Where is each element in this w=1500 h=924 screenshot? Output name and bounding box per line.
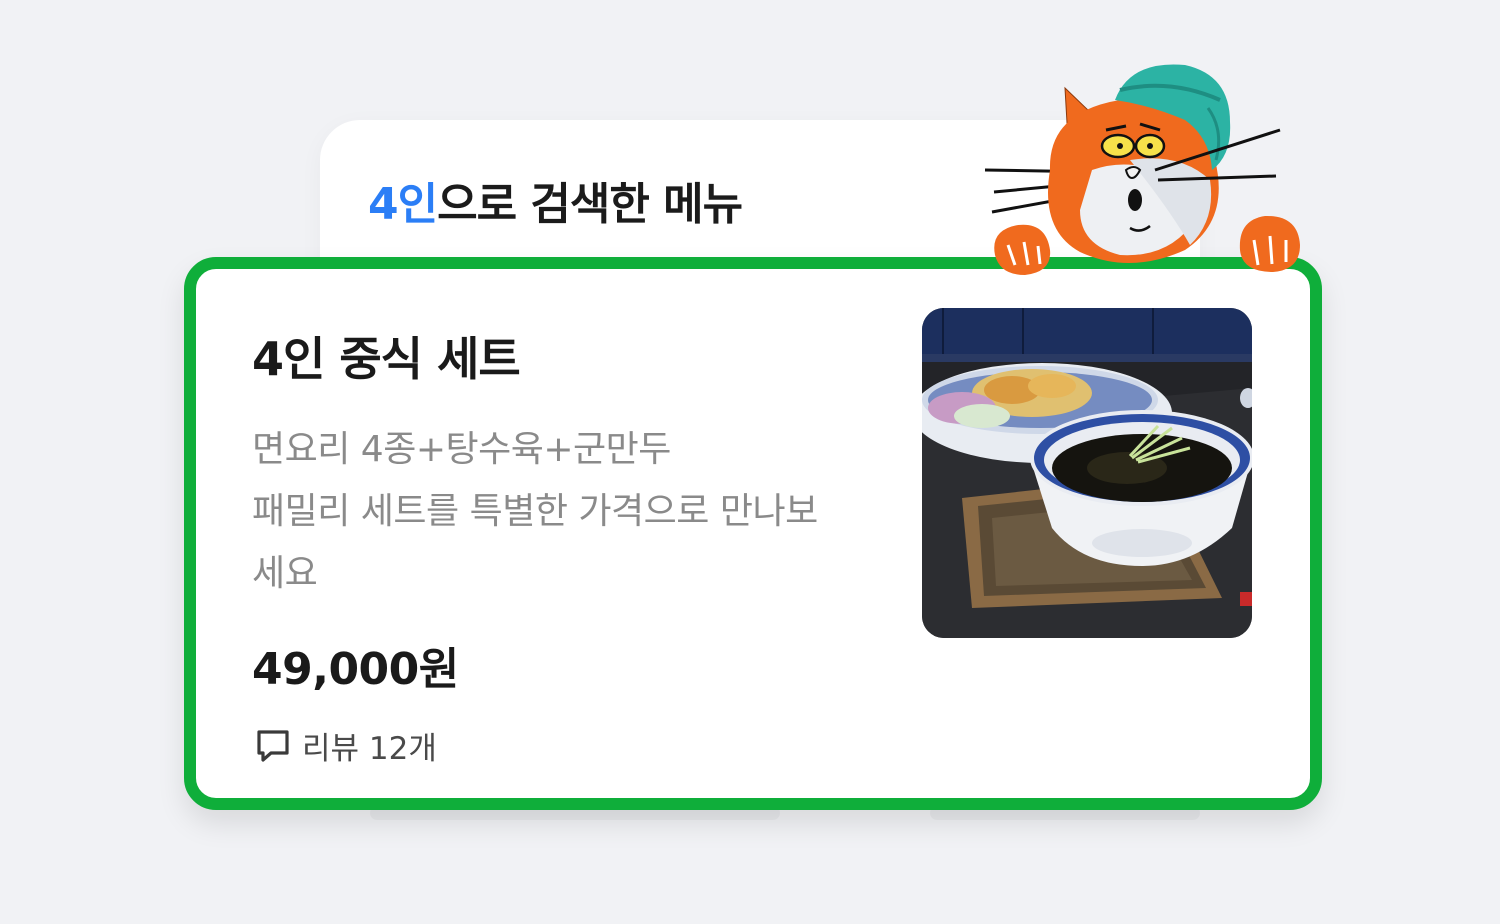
description-line: 면요리 4종+탕수육+군만두 <box>252 429 671 470</box>
search-keyword: 4인 <box>368 179 438 230</box>
speech-bubble-icon <box>254 726 292 764</box>
search-title-suffix: 으로 검색한 메뉴 <box>437 179 743 230</box>
reviews-label: 리뷰 12개 <box>302 730 437 767</box>
menu-item-price: 49,000원 <box>252 644 459 695</box>
menu-item-card[interactable]: 4인 중식 세트 면요리 4종+탕수육+군만두 패밀리 세트를 특별한 가격으로… <box>184 257 1322 810</box>
reviews-link[interactable]: 리뷰 12개 <box>254 725 437 767</box>
description-line: 세요 <box>252 553 318 594</box>
menu-item-name: 4인 중식 세트 <box>252 332 521 386</box>
menu-item-description: 면요리 4종+탕수육+군만두 패밀리 세트를 특별한 가격으로 만나보 세요 <box>252 419 912 605</box>
cat-mascot-icon <box>980 60 1300 280</box>
search-result-title: 4인으로 검색한 메뉴 <box>368 168 743 232</box>
description-line: 패밀리 세트를 특별한 가격으로 만나보 <box>252 491 818 532</box>
food-photo[interactable] <box>922 308 1252 638</box>
stage: 4인으로 검색한 메뉴 4인 중식 세트 면요리 4종+탕수육+군만두 패밀리 … <box>0 0 1500 924</box>
